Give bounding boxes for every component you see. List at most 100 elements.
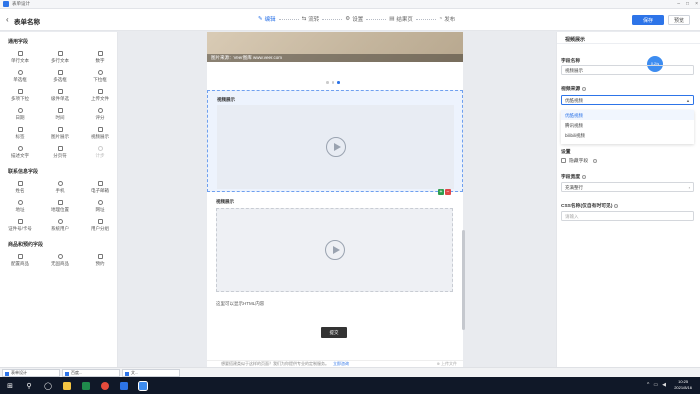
palette-item[interactable]: 评分 [80, 105, 117, 124]
search-icon[interactable]: ⚲ [24, 381, 34, 391]
help-icon[interactable] [582, 174, 587, 179]
palette-item[interactable]: 级件单选 [40, 86, 80, 105]
css-name-input[interactable]: 请输入 [561, 211, 694, 221]
option-tencent[interactable]: 腾讯视频 [561, 120, 694, 130]
palette-item[interactable]: 数字 [80, 48, 117, 67]
palette-item[interactable]: 标签 [0, 124, 40, 143]
palette-item[interactable]: 图片展示 [40, 124, 80, 143]
palette-item-label: 视频展示 [91, 134, 109, 139]
link-icon [97, 200, 103, 205]
palette-item[interactable]: 视频展示 [80, 124, 117, 143]
section-title-product: 商品和预约字段 [8, 242, 44, 248]
palette-item-label: 地址 [15, 207, 25, 212]
maximize-icon[interactable]: □ [686, 1, 689, 7]
play-icon [325, 137, 346, 157]
field-name-input[interactable]: 视频展示 [561, 65, 694, 75]
palette-item[interactable]: 多行文本 [40, 48, 80, 67]
palette-item[interactable]: 单行文本 [0, 48, 40, 67]
palette-item[interactable]: 地理位置 [40, 197, 80, 216]
preview-button[interactable]: 预览 [668, 15, 690, 25]
option-bilibili[interactable]: bilibili视频 [561, 130, 694, 140]
palette-item[interactable]: 下拉框 [80, 67, 117, 86]
palette-item[interactable]: 姓名 [0, 178, 40, 197]
app-title: 表单设计 [12, 1, 30, 6]
palette-item-label: 姓名 [15, 188, 25, 193]
canvas-scrollbar[interactable] [462, 230, 465, 330]
palette-item-label: 用户分组 [91, 226, 109, 231]
step-divider [415, 18, 436, 20]
settings-label: 设置 [561, 150, 571, 155]
save-button[interactable]: 保存 [632, 15, 664, 25]
close-icon[interactable]: × [695, 1, 698, 7]
file-explorer-icon[interactable] [62, 381, 72, 391]
video-source-select[interactable]: 优酷视频 ▲ [561, 95, 694, 105]
palette-item[interactable]: 单选框 [0, 67, 40, 86]
carousel-dots[interactable] [326, 81, 340, 84]
option-youku[interactable]: 优酷视频 [561, 110, 694, 120]
dropdown-icon [97, 70, 103, 75]
checkbox-box[interactable] [561, 158, 566, 163]
submit-button[interactable]: 提交 [321, 327, 347, 338]
help-icon[interactable] [582, 86, 587, 91]
palette-item[interactable]: 预约 [80, 251, 117, 270]
field-width-label: 字段宽度 [561, 173, 587, 180]
task-view-icon[interactable]: ◯ [43, 381, 53, 391]
active-app-icon[interactable] [138, 380, 148, 391]
palette-item[interactable]: 日期 [0, 105, 40, 124]
form-title[interactable]: 表单名称 [14, 16, 40, 26]
chevron-up-icon[interactable]: ^ [647, 382, 649, 388]
video-source-label: 视频来源 [561, 85, 587, 92]
palette-item[interactable]: 无固商品 [40, 251, 80, 270]
palette-item[interactable]: 多选框 [40, 67, 80, 86]
palette-item[interactable]: 用户分组 [80, 216, 117, 235]
palette-item[interactable]: 手机 [40, 178, 80, 197]
property-panel: 视频展示 0.2/s 字段名称 视频展示 视频来源 优酷视频 ▲ 优酷视频 腾讯… [556, 32, 700, 367]
palette-item[interactable]: 证件号/卡号 [0, 216, 40, 235]
cascade-icon [57, 89, 63, 94]
carousel-dot[interactable] [326, 81, 329, 84]
video-field[interactable]: 视频展示 这里可以显示HTML内容 提交 [207, 195, 463, 355]
minimized-window[interactable]: 文... [122, 369, 180, 377]
palette-item[interactable]: 上传文件 [80, 86, 117, 105]
step-flow[interactable]: ⇆ 流转 [302, 15, 320, 23]
step-edit[interactable]: ✎ 编辑 [258, 15, 276, 23]
palette-item[interactable]: 分页符 [40, 143, 80, 162]
help-icon[interactable] [593, 158, 598, 163]
palette-item-label: 证件号/卡号 [8, 226, 32, 231]
minimized-window[interactable]: 百度... [62, 369, 120, 377]
minimized-window[interactable]: 表单设计 [2, 369, 60, 377]
back-icon[interactable]: ‹ [6, 15, 9, 24]
step-publish[interactable]: ◔ 发布 [439, 15, 455, 23]
excel-icon[interactable] [81, 381, 91, 391]
palette-item[interactable]: 电子邮箱 [80, 178, 117, 197]
general-fields-grid: 单行文本 多行文本 数字单选框 多选框 下拉框多项下拉 级件单选 上传文件日期 时间 评分标签 图… [0, 46, 117, 162]
app-window-icon[interactable] [119, 381, 129, 391]
help-icon[interactable] [614, 203, 619, 208]
system-tray: ^ ▭ ◀ [647, 382, 666, 388]
palette-item[interactable]: 网址 [80, 197, 117, 216]
video-field-selected[interactable]: 视频展示 [207, 90, 463, 192]
network-icon[interactable]: ▭ [653, 382, 658, 388]
step-settings[interactable]: ⚙ 设置 [345, 15, 363, 23]
carousel-dot-active[interactable] [337, 81, 340, 84]
carousel-dot[interactable] [331, 81, 334, 84]
chrome-icon[interactable] [100, 381, 110, 391]
phone-icon [57, 181, 63, 186]
step-result-page[interactable]: ▤ 结果页 [389, 15, 413, 23]
clock[interactable]: 10:25 2021/8/16 [674, 379, 692, 391]
app-icon [3, 1, 9, 7]
page-break-icon [57, 146, 63, 151]
palette-item[interactable]: 地址 [0, 197, 40, 216]
palette-item[interactable]: 配置商品 [0, 251, 40, 270]
minimize-icon[interactable]: – [677, 1, 680, 7]
palette-item-label: 时间 [55, 115, 65, 120]
palette-item-label: 级件单选 [51, 96, 69, 101]
volume-icon[interactable]: ◀ [662, 382, 666, 388]
palette-item[interactable]: 多项下拉 [0, 86, 40, 105]
field-width-select[interactable]: 充满整行 › [561, 182, 694, 192]
hide-field-checkbox[interactable]: 隐藏字段 [561, 157, 598, 164]
palette-item[interactable]: 系统用户 [40, 216, 80, 235]
windows-start-icon[interactable]: ⊞ [5, 381, 15, 391]
palette-item[interactable]: 时间 [40, 105, 80, 124]
palette-item[interactable]: 描述文字 [0, 143, 40, 162]
